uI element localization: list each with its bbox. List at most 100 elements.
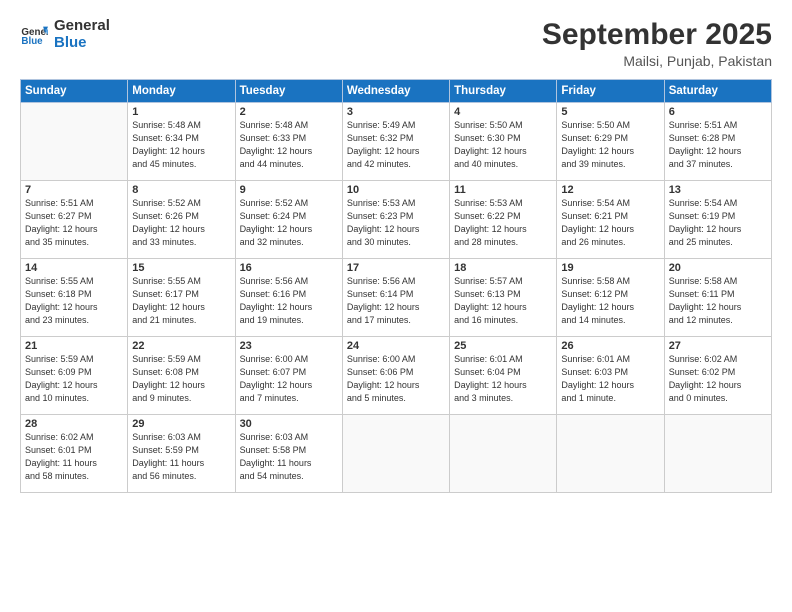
day-cell: 1Sunrise: 5:48 AM Sunset: 6:34 PM Daylig… [128,103,235,181]
day-cell [664,415,771,493]
day-cell: 16Sunrise: 5:56 AM Sunset: 6:16 PM Dayli… [235,259,342,337]
day-info: Sunrise: 5:52 AM Sunset: 6:24 PM Dayligh… [240,197,338,249]
day-number: 21 [25,340,123,352]
day-number: 12 [561,184,659,196]
day-cell: 2Sunrise: 5:48 AM Sunset: 6:33 PM Daylig… [235,103,342,181]
day-number: 29 [132,418,230,430]
day-number: 27 [669,340,767,352]
week-row-2: 7Sunrise: 5:51 AM Sunset: 6:27 PM Daylig… [21,181,772,259]
week-row-1: 1Sunrise: 5:48 AM Sunset: 6:34 PM Daylig… [21,103,772,181]
day-number: 17 [347,262,445,274]
logo-icon: General Blue [20,21,48,49]
calendar-table: SundayMondayTuesdayWednesdayThursdayFrid… [20,79,772,493]
day-cell [450,415,557,493]
weekday-header-saturday: Saturday [664,80,771,103]
day-cell: 4Sunrise: 5:50 AM Sunset: 6:30 PM Daylig… [450,103,557,181]
day-info: Sunrise: 6:02 AM Sunset: 6:01 PM Dayligh… [25,431,123,483]
day-info: Sunrise: 5:55 AM Sunset: 6:18 PM Dayligh… [25,275,123,327]
weekday-header-tuesday: Tuesday [235,80,342,103]
page: General Blue General Blue September 2025… [0,0,792,612]
day-info: Sunrise: 5:58 AM Sunset: 6:11 PM Dayligh… [669,275,767,327]
day-cell: 18Sunrise: 5:57 AM Sunset: 6:13 PM Dayli… [450,259,557,337]
day-cell: 19Sunrise: 5:58 AM Sunset: 6:12 PM Dayli… [557,259,664,337]
day-cell: 17Sunrise: 5:56 AM Sunset: 6:14 PM Dayli… [342,259,449,337]
day-info: Sunrise: 5:57 AM Sunset: 6:13 PM Dayligh… [454,275,552,327]
day-cell: 12Sunrise: 5:54 AM Sunset: 6:21 PM Dayli… [557,181,664,259]
svg-text:Blue: Blue [21,36,43,47]
day-cell: 10Sunrise: 5:53 AM Sunset: 6:23 PM Dayli… [342,181,449,259]
day-info: Sunrise: 5:54 AM Sunset: 6:19 PM Dayligh… [669,197,767,249]
header: General Blue General Blue September 2025… [20,18,772,69]
day-number: 18 [454,262,552,274]
weekday-header-sunday: Sunday [21,80,128,103]
day-cell: 8Sunrise: 5:52 AM Sunset: 6:26 PM Daylig… [128,181,235,259]
day-number: 26 [561,340,659,352]
day-number: 11 [454,184,552,196]
day-number: 13 [669,184,767,196]
day-info: Sunrise: 5:50 AM Sunset: 6:30 PM Dayligh… [454,119,552,171]
day-cell: 5Sunrise: 5:50 AM Sunset: 6:29 PM Daylig… [557,103,664,181]
week-row-4: 21Sunrise: 5:59 AM Sunset: 6:09 PM Dayli… [21,337,772,415]
day-number: 19 [561,262,659,274]
day-cell: 23Sunrise: 6:00 AM Sunset: 6:07 PM Dayli… [235,337,342,415]
day-info: Sunrise: 5:48 AM Sunset: 6:34 PM Dayligh… [132,119,230,171]
day-number: 16 [240,262,338,274]
day-cell: 29Sunrise: 6:03 AM Sunset: 5:59 PM Dayli… [128,415,235,493]
day-number: 23 [240,340,338,352]
day-info: Sunrise: 5:56 AM Sunset: 6:14 PM Dayligh… [347,275,445,327]
day-number: 15 [132,262,230,274]
month-title: September 2025 [542,18,772,51]
location: Mailsi, Punjab, Pakistan [542,53,772,69]
day-number: 30 [240,418,338,430]
day-info: Sunrise: 6:03 AM Sunset: 5:58 PM Dayligh… [240,431,338,483]
day-number: 7 [25,184,123,196]
header-row: SundayMondayTuesdayWednesdayThursdayFrid… [21,80,772,103]
day-cell: 22Sunrise: 5:59 AM Sunset: 6:08 PM Dayli… [128,337,235,415]
day-info: Sunrise: 5:52 AM Sunset: 6:26 PM Dayligh… [132,197,230,249]
day-cell [557,415,664,493]
day-cell: 13Sunrise: 5:54 AM Sunset: 6:19 PM Dayli… [664,181,771,259]
day-cell: 30Sunrise: 6:03 AM Sunset: 5:58 PM Dayli… [235,415,342,493]
day-info: Sunrise: 5:55 AM Sunset: 6:17 PM Dayligh… [132,275,230,327]
day-number: 25 [454,340,552,352]
logo: General Blue General Blue [20,18,110,51]
day-info: Sunrise: 5:53 AM Sunset: 6:23 PM Dayligh… [347,197,445,249]
day-number: 9 [240,184,338,196]
day-cell: 28Sunrise: 6:02 AM Sunset: 6:01 PM Dayli… [21,415,128,493]
day-cell: 15Sunrise: 5:55 AM Sunset: 6:17 PM Dayli… [128,259,235,337]
logo-general: General [54,18,110,35]
logo-blue: Blue [54,35,110,52]
day-cell: 27Sunrise: 6:02 AM Sunset: 6:02 PM Dayli… [664,337,771,415]
weekday-header-monday: Monday [128,80,235,103]
day-info: Sunrise: 5:49 AM Sunset: 6:32 PM Dayligh… [347,119,445,171]
day-cell: 6Sunrise: 5:51 AM Sunset: 6:28 PM Daylig… [664,103,771,181]
day-cell [21,103,128,181]
day-info: Sunrise: 5:51 AM Sunset: 6:27 PM Dayligh… [25,197,123,249]
day-cell [342,415,449,493]
day-cell: 9Sunrise: 5:52 AM Sunset: 6:24 PM Daylig… [235,181,342,259]
day-number: 8 [132,184,230,196]
day-cell: 25Sunrise: 6:01 AM Sunset: 6:04 PM Dayli… [450,337,557,415]
day-cell: 3Sunrise: 5:49 AM Sunset: 6:32 PM Daylig… [342,103,449,181]
day-cell: 20Sunrise: 5:58 AM Sunset: 6:11 PM Dayli… [664,259,771,337]
day-number: 2 [240,106,338,118]
day-info: Sunrise: 6:00 AM Sunset: 6:07 PM Dayligh… [240,353,338,405]
day-cell: 21Sunrise: 5:59 AM Sunset: 6:09 PM Dayli… [21,337,128,415]
weekday-header-wednesday: Wednesday [342,80,449,103]
day-info: Sunrise: 6:02 AM Sunset: 6:02 PM Dayligh… [669,353,767,405]
day-info: Sunrise: 5:53 AM Sunset: 6:22 PM Dayligh… [454,197,552,249]
day-info: Sunrise: 5:59 AM Sunset: 6:08 PM Dayligh… [132,353,230,405]
day-number: 22 [132,340,230,352]
day-number: 1 [132,106,230,118]
day-cell: 7Sunrise: 5:51 AM Sunset: 6:27 PM Daylig… [21,181,128,259]
day-info: Sunrise: 5:59 AM Sunset: 6:09 PM Dayligh… [25,353,123,405]
day-number: 24 [347,340,445,352]
day-number: 14 [25,262,123,274]
title-block: September 2025 Mailsi, Punjab, Pakistan [542,18,772,69]
day-cell: 24Sunrise: 6:00 AM Sunset: 6:06 PM Dayli… [342,337,449,415]
day-info: Sunrise: 5:48 AM Sunset: 6:33 PM Dayligh… [240,119,338,171]
week-row-3: 14Sunrise: 5:55 AM Sunset: 6:18 PM Dayli… [21,259,772,337]
day-number: 20 [669,262,767,274]
day-number: 10 [347,184,445,196]
day-info: Sunrise: 6:03 AM Sunset: 5:59 PM Dayligh… [132,431,230,483]
